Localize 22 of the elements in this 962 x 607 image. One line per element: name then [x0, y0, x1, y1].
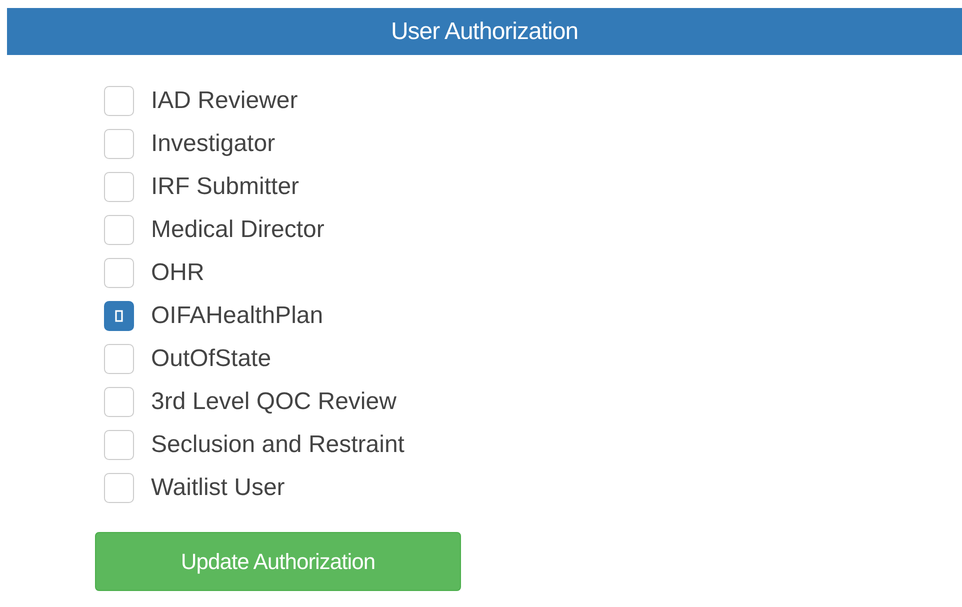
role-label: Medical Director [151, 216, 324, 244]
checkbox[interactable] [104, 430, 134, 460]
update-authorization-button[interactable]: Update Authorization [95, 532, 461, 591]
role-label: Investigator [151, 130, 276, 158]
checkbox[interactable] [104, 301, 134, 331]
checkbox[interactable] [104, 258, 134, 288]
checkbox[interactable] [104, 86, 134, 116]
role-label: IRF Submitter [151, 173, 300, 201]
role-label: OIFAHealthPlan [151, 302, 324, 330]
checkbox[interactable] [104, 344, 134, 374]
panel-title: User Authorization [390, 18, 578, 46]
checkbox[interactable] [104, 172, 134, 202]
role-label: Seclusion and Restraint [151, 431, 404, 459]
checkbox[interactable] [104, 129, 134, 159]
role-label: 3rd Level QOC Review [151, 388, 396, 416]
checkbox[interactable] [104, 387, 134, 417]
checkbox[interactable] [104, 473, 134, 503]
role-label: OutOfState [151, 345, 272, 373]
role-label: OHR [151, 259, 204, 287]
checkbox[interactable] [104, 215, 134, 245]
role-label: IAD Reviewer [151, 87, 298, 115]
role-label: Waitlist User [151, 474, 285, 502]
